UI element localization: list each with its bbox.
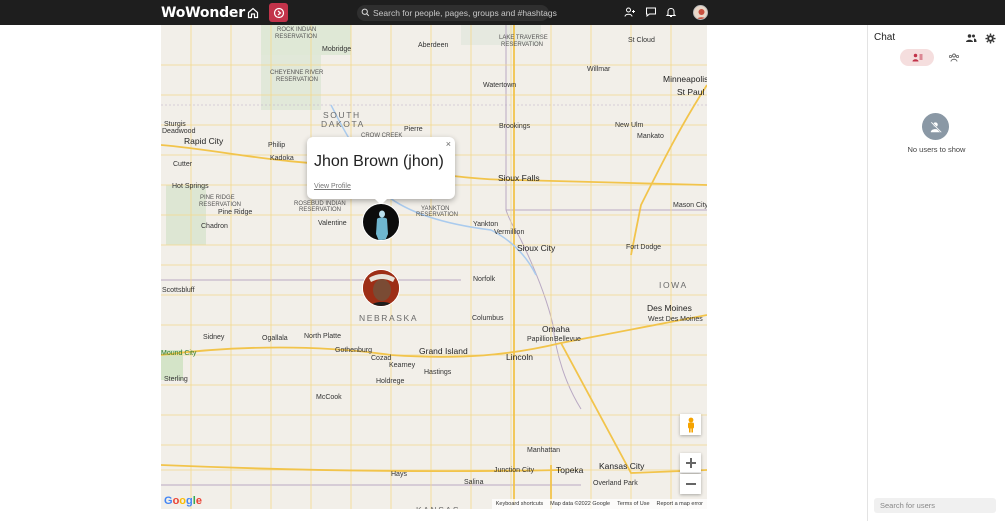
explore-button[interactable] <box>269 3 288 22</box>
street-view-pegman-icon[interactable] <box>680 414 701 435</box>
messages-icon[interactable] <box>644 5 658 19</box>
create-group-icon[interactable] <box>965 32 977 44</box>
map-data-text: Map data ©2022 Google <box>550 501 611 507</box>
chat-sidebar: Chat No users to show Search for users <box>867 25 1005 521</box>
view-profile-link[interactable]: View Profile <box>314 183 351 190</box>
groups-icon <box>948 49 960 67</box>
chat-search-input[interactable]: Search for users <box>874 498 996 513</box>
zoom-in-button[interactable] <box>680 453 701 473</box>
search-icon <box>361 4 370 22</box>
notifications-bell-icon[interactable] <box>664 5 678 19</box>
user-info-popup: × Jhon Brown (jhon) View Profile <box>307 137 455 205</box>
tab-users[interactable] <box>900 49 934 66</box>
terms-link[interactable]: Terms of Use <box>617 501 649 507</box>
map-view[interactable]: ROCK INDIAN RESERVATION LAKE TRAVERSE RE… <box>161 25 707 509</box>
user-marker-jhon[interactable] <box>362 203 400 241</box>
users-icon <box>912 49 923 67</box>
search-placeholder: Search for people, pages, groups and #ha… <box>373 8 557 18</box>
report-error-link[interactable]: Report a map error <box>657 501 703 507</box>
tab-groups[interactable] <box>947 49 961 66</box>
user-marker-2[interactable] <box>362 269 400 307</box>
home-icon[interactable] <box>244 4 262 22</box>
chat-title: Chat <box>874 32 896 43</box>
empty-state-text: No users to show <box>907 145 966 154</box>
top-navbar: WoWonder Search for people, pages, group… <box>0 0 1005 25</box>
google-logo: Google <box>164 495 202 507</box>
map-attribution-bar: Keyboard shortcuts Map data ©2022 Google… <box>491 499 707 509</box>
global-search-input[interactable]: Search for people, pages, groups and #ha… <box>357 4 557 22</box>
zoom-out-button[interactable] <box>680 474 701 494</box>
wowonder-logo[interactable]: WoWonder <box>161 4 245 21</box>
no-users-icon <box>922 113 949 140</box>
user-avatar[interactable] <box>693 5 708 20</box>
popup-title: Jhon Brown (jhon) <box>314 153 444 170</box>
chat-settings-gear-icon[interactable] <box>984 32 996 44</box>
map-roads-layer <box>161 25 707 509</box>
keyboard-shortcuts-link[interactable]: Keyboard shortcuts <box>496 501 543 507</box>
close-popup-icon[interactable]: × <box>446 139 451 149</box>
add-friend-icon[interactable] <box>623 5 637 19</box>
logo-text: WoWonder <box>161 4 245 21</box>
